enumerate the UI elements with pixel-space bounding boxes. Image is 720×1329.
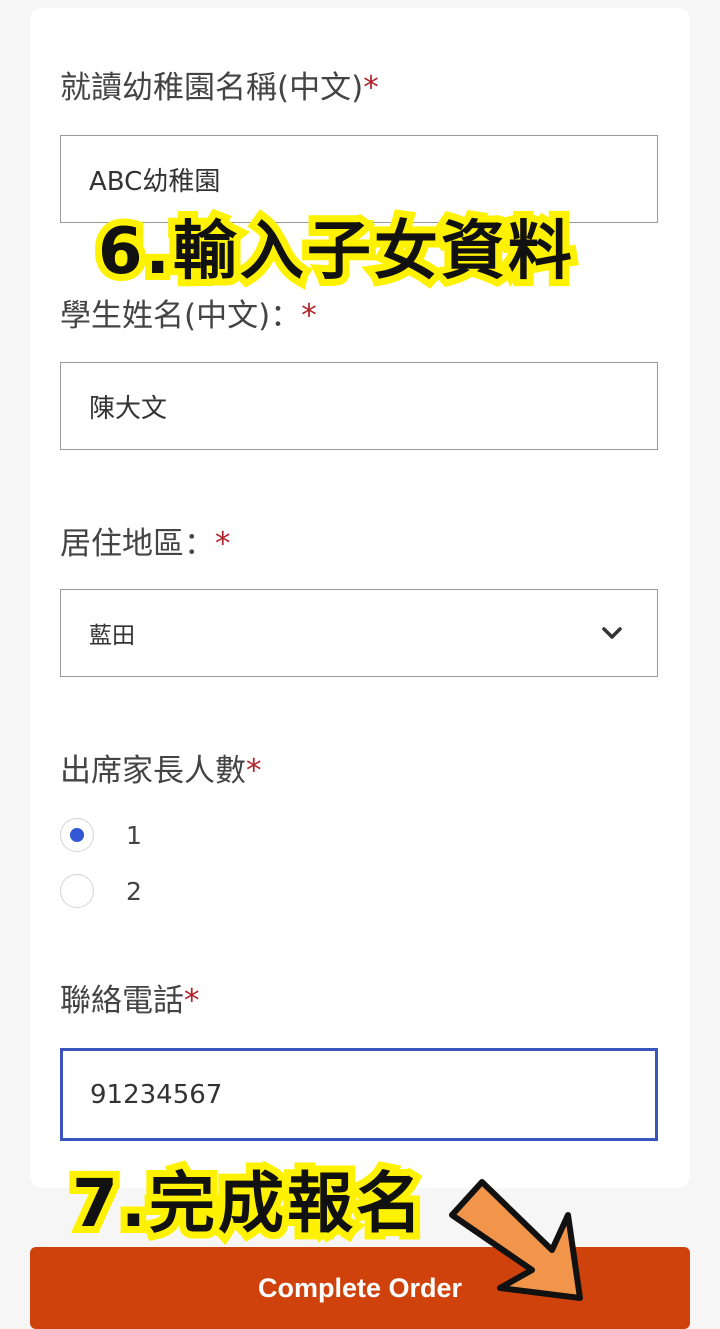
arrow-icon bbox=[449, 1179, 583, 1301]
phone-input[interactable]: 91234567 bbox=[60, 1048, 658, 1141]
required-mark: * bbox=[246, 753, 262, 789]
kindergarten-label-text: 就讀幼稚園名稱(中文) bbox=[60, 70, 364, 106]
parents-option-2[interactable]: 2 bbox=[60, 874, 142, 908]
phone-value: 91234567 bbox=[90, 1079, 223, 1110]
district-label-text: 居住地區： bbox=[60, 526, 215, 562]
parents-option-label: 2 bbox=[126, 876, 142, 906]
student-name-label: 學生姓名(中文)：* bbox=[60, 290, 317, 335]
district-label: 居住地區：* bbox=[60, 518, 231, 563]
district-value: 藍田 bbox=[89, 623, 135, 649]
student-name-value: 陳大文 bbox=[89, 393, 168, 424]
parents-option-1[interactable]: 1 bbox=[60, 818, 142, 852]
kindergarten-value: ABC幼稚園 bbox=[89, 166, 221, 197]
step7-annotation: 7.完成報名 bbox=[65, 1158, 429, 1249]
district-select[interactable]: 藍田 bbox=[60, 589, 658, 677]
parents-option-label: 1 bbox=[126, 820, 142, 850]
parents-label-text: 出席家長人數 bbox=[60, 753, 246, 789]
student-name-input[interactable]: 陳大文 bbox=[60, 362, 658, 450]
parents-label: 出席家長人數* bbox=[60, 745, 262, 790]
kindergarten-label: 就讀幼稚園名稱(中文)* bbox=[60, 62, 379, 107]
required-mark: * bbox=[184, 983, 200, 1019]
phone-label: 聯絡電話* bbox=[60, 975, 200, 1020]
required-mark: * bbox=[363, 70, 379, 106]
required-mark: * bbox=[215, 526, 231, 562]
step6-annotation: 6.輸入子女資料 bbox=[91, 208, 579, 296]
phone-label-text: 聯絡電話 bbox=[60, 983, 184, 1019]
required-mark: * bbox=[301, 298, 317, 334]
radio-button-selected[interactable] bbox=[60, 818, 94, 852]
student-name-label-text: 學生姓名(中文)： bbox=[60, 298, 302, 334]
radio-button[interactable] bbox=[60, 874, 94, 908]
chevron-down-icon bbox=[602, 627, 622, 639]
